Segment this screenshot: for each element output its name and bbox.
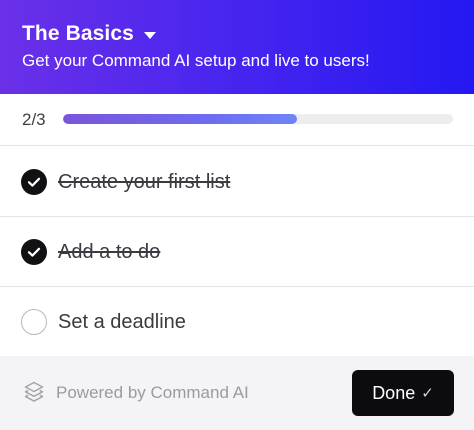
progress-bar-fill [63,114,297,124]
caret-down-icon [143,31,156,39]
checklist-item-label: Add a to do [58,240,161,263]
empty-circle-icon[interactable] [21,308,47,335]
checklist-card: The Basics Get your Command AI setup and… [0,0,474,430]
checklist-item-label: Set a deadline [58,310,186,333]
done-button-label: Done [372,382,416,403]
progress-section: 2/3 [0,94,474,146]
checklist-item-add-todo[interactable]: Add a to do [0,217,474,287]
checklist-footer: Powered by Command AI Done ✓ [0,356,474,430]
checked-circle-icon[interactable] [21,238,47,265]
command-ai-logo-icon [21,378,47,409]
progress-bar [63,114,453,124]
checklist-title-toggle[interactable]: The Basics [22,20,156,48]
checklist-item-create-list[interactable]: Create your first list [0,147,474,217]
progress-count: 2/3 [22,110,46,129]
powered-by-text: Powered by Command AI [56,383,249,402]
checked-circle-icon[interactable] [21,168,47,195]
checklist-item-label: Create your first list [58,170,231,193]
checklist-item-set-deadline[interactable]: Set a deadline [0,287,474,356]
powered-by-link[interactable]: Powered by Command AI [21,380,249,406]
done-button[interactable]: Done ✓ [352,370,454,416]
checklist-title: The Basics [22,22,134,45]
checklist-subtitle: Get your Command AI setup and live to us… [22,51,370,70]
checkmark-icon: ✓ [421,385,434,402]
checklist-header: The Basics Get your Command AI setup and… [0,0,474,94]
